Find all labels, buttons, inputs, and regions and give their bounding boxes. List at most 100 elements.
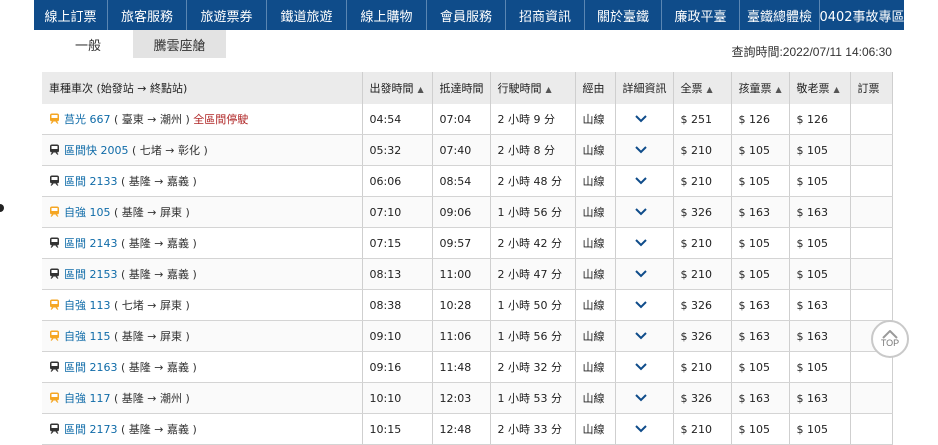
senior-fare: $ 105 (789, 134, 851, 166)
departure-time: 05:32 (362, 134, 433, 166)
chevron-down-icon[interactable] (634, 393, 647, 402)
train-cell: 自強 117 ( 基隆 → 潮州 ) (42, 382, 363, 414)
chevron-down-icon[interactable] (634, 331, 647, 340)
detail-cell (615, 227, 674, 259)
train-icon (50, 237, 59, 248)
table-row: 區間快 2005 ( 七堵 → 彰化 ) 05:32 07:40 2 小時 8 分山… (42, 134, 893, 166)
detail-cell (615, 382, 674, 414)
header-senior-fare[interactable]: 敬老票 ▲ (789, 72, 851, 104)
header-full-fare[interactable]: 全票 ▲ (673, 72, 732, 104)
child-fare: $ 163 (731, 289, 790, 321)
sort-up-icon[interactable]: ▲ (707, 85, 713, 94)
route-via: 山線 (575, 165, 616, 197)
sort-up-icon[interactable]: ▲ (418, 85, 424, 94)
chevron-down-icon[interactable] (634, 238, 647, 247)
detail-cell (615, 351, 674, 383)
train-cell: 區間 2173 ( 基隆 → 嘉義 ) (42, 413, 363, 445)
header-duration[interactable]: 行駛時間 ▲ (490, 72, 576, 104)
train-number-link[interactable]: 自強 117 (64, 392, 111, 405)
nav-tra-overhaul[interactable]: 臺鐵總體檢 (740, 0, 821, 30)
train-number-link[interactable]: 區間 2143 (64, 237, 118, 250)
train-icon (50, 206, 59, 217)
train-number-link[interactable]: 自強 105 (64, 206, 111, 219)
train-number-link[interactable]: 區間快 2005 (64, 144, 129, 157)
table-row: 區間 2143 ( 基隆 → 嘉義 ) 07:15 09:57 2 小時 42 分山… (42, 227, 893, 259)
booking-cell[interactable] (850, 134, 893, 166)
nav-about-tra[interactable]: 關於臺鐵 (585, 0, 663, 30)
chevron-down-icon[interactable] (634, 424, 647, 433)
full-fare: $ 326 (673, 289, 732, 321)
tab-general[interactable]: 一般 (43, 30, 133, 58)
full-fare: $ 326 (673, 382, 732, 414)
booking-cell[interactable] (850, 196, 893, 228)
train-number-link[interactable]: 區間 2173 (64, 423, 118, 436)
booking-cell[interactable] (850, 413, 893, 445)
departure-time: 08:13 (362, 258, 433, 290)
nav-online-shopping[interactable]: 線上購物 (347, 0, 428, 30)
booking-cell[interactable] (850, 227, 893, 259)
back-to-top-button[interactable]: TOP (871, 320, 909, 358)
senior-fare: $ 105 (789, 258, 851, 290)
train-rows: 莒光 667 ( 臺東 → 潮州 ) 全區間停駛 04:54 07:04 2 小時 9… (42, 104, 893, 445)
train-number-link[interactable]: 區間 2153 (64, 268, 118, 281)
header-detail: 詳細資訊 (615, 72, 674, 104)
table-row: 莒光 667 ( 臺東 → 潮州 ) 全區間停駛 04:54 07:04 2 小時 9… (42, 104, 893, 135)
arrival-time: 12:48 (432, 413, 491, 445)
chevron-down-icon[interactable] (634, 300, 647, 309)
sort-up-icon[interactable]: ▲ (834, 85, 840, 94)
train-route: ( 七堵 → 彰化 ) (132, 144, 208, 157)
nav-online-booking[interactable]: 線上訂票 (34, 0, 109, 30)
full-fare: $ 210 (673, 413, 732, 445)
child-fare: $ 105 (731, 413, 790, 445)
chevron-down-icon[interactable] (634, 114, 647, 123)
travel-duration: 2 小時 47 分 (490, 258, 576, 290)
header-child-fare[interactable]: 孩童票 ▲ (731, 72, 790, 104)
header-departure[interactable]: 出發時間 ▲ (362, 72, 433, 104)
departure-time: 07:15 (362, 227, 433, 259)
chevron-down-icon[interactable] (634, 176, 647, 185)
departure-time: 06:06 (362, 165, 433, 197)
child-fare: $ 105 (731, 258, 790, 290)
train-number-link[interactable]: 區間 2133 (64, 175, 118, 188)
booking-cell[interactable] (850, 289, 893, 321)
train-number-link[interactable]: 自強 115 (64, 330, 111, 343)
train-number-link[interactable]: 自強 113 (64, 299, 111, 312)
travel-duration: 1 小時 56 分 (490, 320, 576, 352)
sort-up-icon[interactable]: ▲ (546, 85, 552, 94)
booking-cell[interactable] (850, 165, 893, 197)
sort-up-icon[interactable]: ▲ (776, 85, 782, 94)
train-route: ( 基隆 → 屏東 ) (114, 206, 190, 219)
route-via: 山線 (575, 104, 616, 135)
nav-business-info[interactable]: 招商資訊 (506, 0, 586, 30)
service-note: 全區間停駛 (193, 113, 249, 126)
train-route: ( 基隆 → 嘉義 ) (121, 268, 197, 281)
query-timestamp: 查詢時間:2022/07/11 14:06:30 (731, 45, 892, 59)
nav-passenger-service[interactable]: 旅客服務 (108, 0, 188, 30)
nav-member-service[interactable]: 會員服務 (427, 0, 507, 30)
chevron-down-icon[interactable] (634, 145, 647, 154)
chevron-down-icon[interactable] (634, 362, 647, 371)
nav-rail-tourism[interactable]: 鐵道旅遊 (267, 0, 348, 30)
table-row: 自強 105 ( 基隆 → 屏東 ) 07:10 09:06 1 小時 56 分山線… (42, 196, 893, 228)
travel-duration: 2 小時 48 分 (490, 165, 576, 197)
tab-cloud-cabin[interactable]: 騰雲座艙 (133, 30, 226, 58)
train-number-link[interactable]: 區間 2163 (64, 361, 118, 374)
arrival-time: 11:48 (432, 351, 491, 383)
booking-cell[interactable] (850, 382, 893, 414)
scroll-indicator-dot (0, 204, 4, 212)
chevron-down-icon[interactable] (634, 269, 647, 278)
booking-cell[interactable] (850, 258, 893, 290)
chevron-down-icon[interactable] (634, 207, 647, 216)
route-via: 山線 (575, 413, 616, 445)
arrival-time: 07:04 (432, 104, 491, 135)
booking-cell[interactable] (850, 104, 893, 135)
nav-integrity-platform[interactable]: 廉政平臺 (662, 0, 741, 30)
route-via: 山線 (575, 289, 616, 321)
detail-cell (615, 104, 674, 135)
train-number-link[interactable]: 莒光 667 (64, 113, 111, 126)
train-cell: 莒光 667 ( 臺東 → 潮州 ) 全區間停駛 (42, 104, 363, 135)
nav-accident-section[interactable]: 0402事故專區 (819, 0, 904, 30)
nav-travel-tickets[interactable]: 旅遊票券 (187, 0, 268, 30)
header-book: 訂票 (850, 72, 893, 104)
train-icon (50, 330, 59, 341)
